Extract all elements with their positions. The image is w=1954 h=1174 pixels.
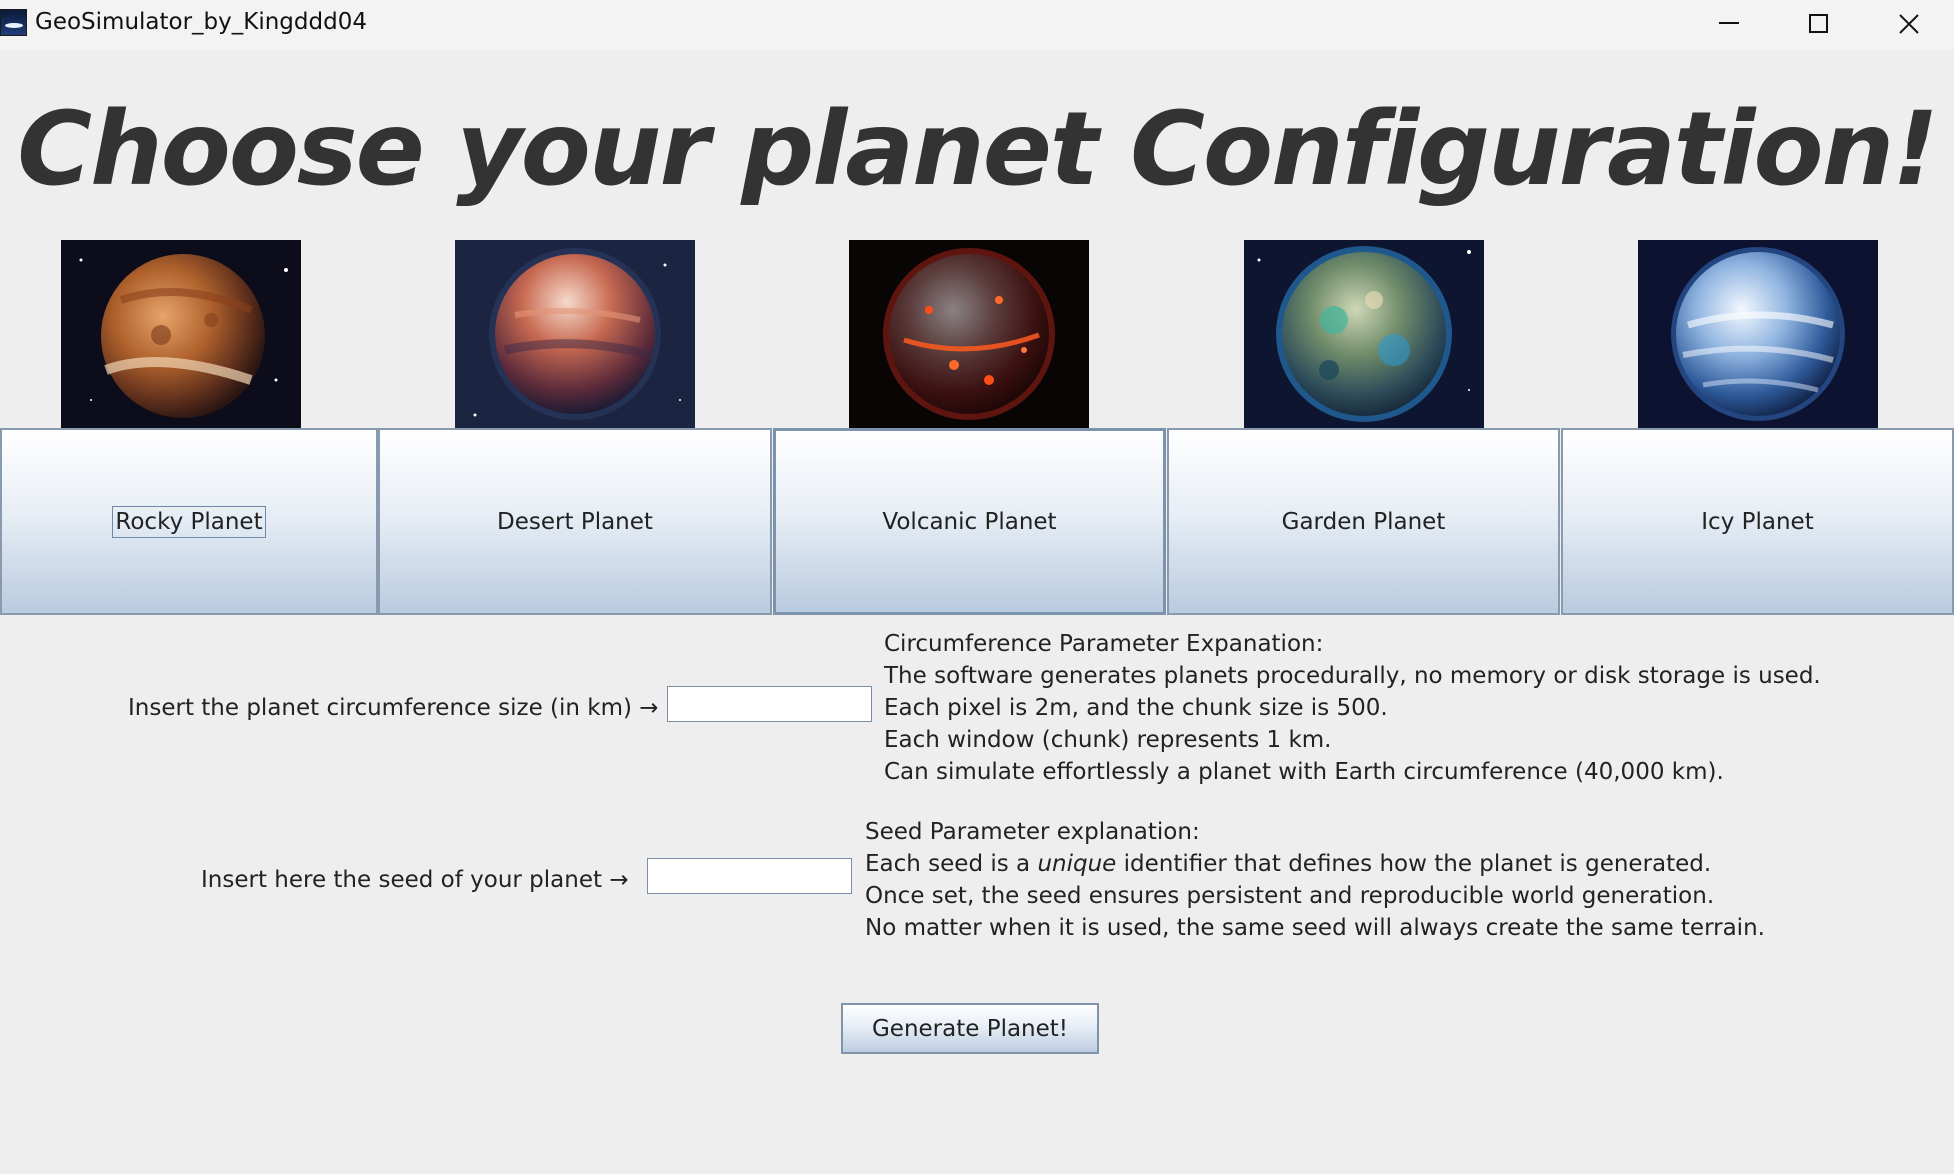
close-icon <box>1899 14 1919 34</box>
circumference-label: Insert the planet circumference size (in… <box>128 695 659 721</box>
rocky-planet-button[interactable]: Rocky Planet <box>0 428 378 615</box>
garden-planet-button[interactable]: Garden Planet <box>1167 428 1560 615</box>
volcanic-planet-image <box>849 240 1089 428</box>
circumference-info-line: Can simulate effortlessly a planet with … <box>884 759 1724 785</box>
generate-planet-button[interactable]: Generate Planet! <box>841 1003 1099 1054</box>
icy-planet-button[interactable]: Icy Planet <box>1561 428 1954 615</box>
window-title: GeoSimulator_by_Kingddd04 <box>35 9 367 35</box>
seed-info-line: Once set, the seed ensures persistent an… <box>865 883 1715 909</box>
volcanic-planet-label: Volcanic Planet <box>882 508 1057 535</box>
circumference-info-line: Each window (chunk) represents 1 km. <box>884 727 1332 753</box>
icy-planet-image <box>1638 240 1878 428</box>
desert-planet-button[interactable]: Desert Planet <box>378 428 772 615</box>
seed-label: Insert here the seed of your planet → <box>201 867 629 893</box>
minimize-icon <box>1719 22 1739 24</box>
garden-planet-image <box>1244 240 1484 428</box>
circumference-info-title: Circumference Parameter Expanation: <box>884 631 1324 657</box>
desert-planet-image <box>455 240 695 428</box>
rocky-planet-label: Rocky Planet <box>112 505 266 538</box>
maximize-icon <box>1809 14 1828 33</box>
seed-info-line: Each seed is a unique identifier that de… <box>865 848 1765 880</box>
circumference-info-line: The software generates planets procedura… <box>884 663 1821 689</box>
app-window: GeoSimulator_by_Kingddd04 Choose your pl… <box>0 0 1954 1174</box>
maximize-button[interactable] <box>1774 0 1864 50</box>
seed-info-emphasis: unique <box>1037 851 1117 877</box>
garden-planet-label: Garden Planet <box>1281 508 1446 535</box>
seed-info: Seed Parameter explanation: Each seed is… <box>865 816 1765 944</box>
circumference-input[interactable] <box>667 686 872 722</box>
seed-input[interactable] <box>647 858 852 894</box>
seed-info-title: Seed Parameter explanation: <box>865 819 1200 845</box>
seed-info-text: identifier that defines how the planet i… <box>1116 851 1712 877</box>
circumference-info: Circumference Parameter Expanation: The … <box>884 628 1821 788</box>
page-title: Choose your planet Configuration! <box>17 90 1938 209</box>
desert-planet-label: Desert Planet <box>497 508 653 535</box>
circumference-info-line: Each pixel is 2m, and the chunk size is … <box>884 695 1388 721</box>
title-bar: GeoSimulator_by_Kingddd04 <box>0 0 1954 50</box>
close-button[interactable] <box>1864 0 1954 50</box>
seed-info-line: No matter when it is used, the same seed… <box>865 915 1765 941</box>
volcanic-planet-button[interactable]: Volcanic Planet <box>773 428 1166 615</box>
app-icon <box>0 9 27 36</box>
icy-planet-label: Icy Planet <box>1701 508 1814 535</box>
seed-info-text: Each seed is a <box>865 851 1038 877</box>
minimize-button[interactable] <box>1684 0 1774 50</box>
rocky-planet-image <box>61 240 301 428</box>
